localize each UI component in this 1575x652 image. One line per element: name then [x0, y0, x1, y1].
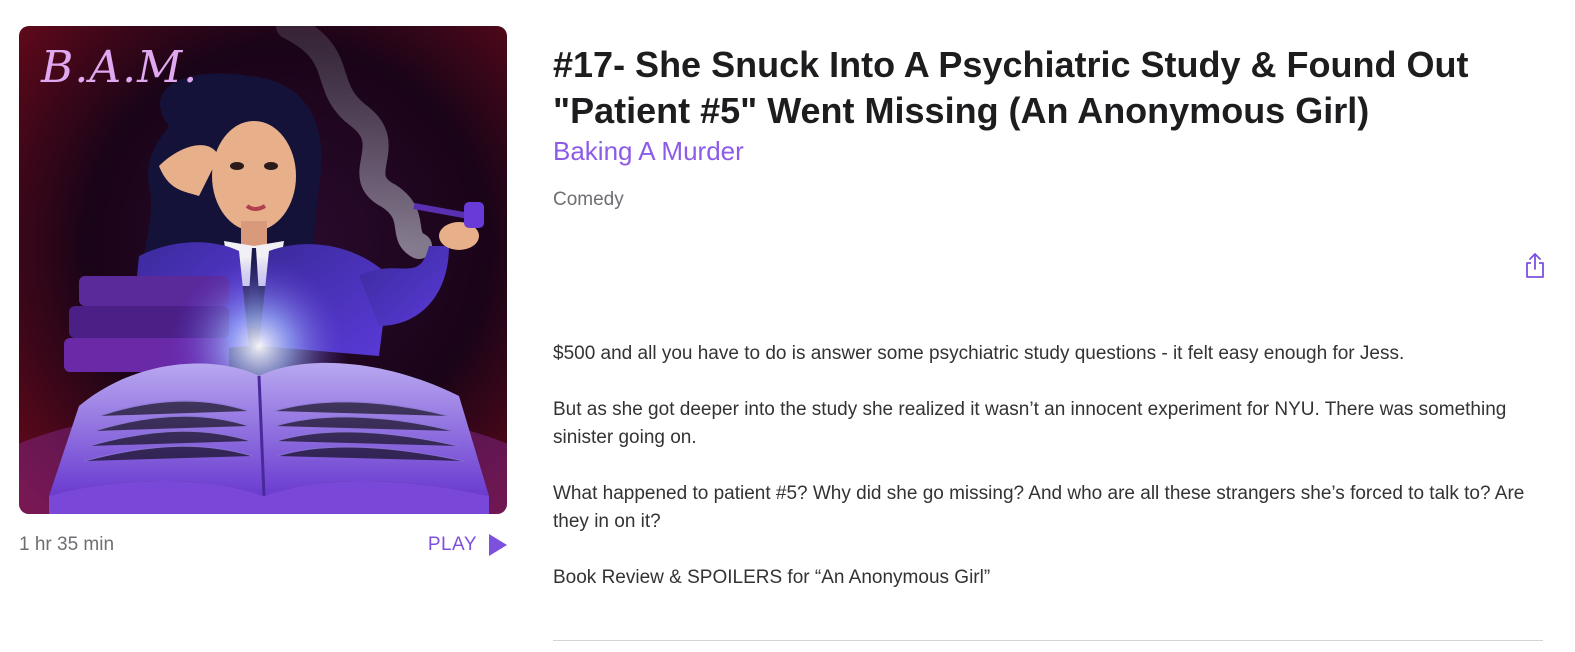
artwork-logo: B.A.M. [41, 42, 199, 93]
section-divider [553, 640, 1543, 641]
description-paragraph: $500 and all you have to do is answer so… [553, 343, 1405, 364]
episode-duration: 1 hr 35 min [19, 534, 115, 555]
play-label: PLAY [427, 534, 477, 555]
episode-genre: Comedy [553, 189, 624, 210]
artwork-meta-row: 1 hr 35 min PLAY [19, 530, 507, 560]
share-button[interactable] [1523, 252, 1547, 280]
share-icon [1526, 253, 1544, 278]
description-paragraph: What happened to patient #5? Why did she… [553, 483, 1525, 532]
episode-title: #17- She Snuck Into A Psychiatric Study … [553, 44, 1469, 131]
artwork-illustration [19, 26, 507, 514]
episode-artwork: B.A.M. [19, 26, 507, 514]
description-paragraph: Book Review & SPOILERS for “An Anonymous… [553, 567, 991, 588]
episode-page: B.A.M. 1 hr 35 min PLAY #17- She Snuck I… [0, 0, 1575, 652]
description-paragraph: But as she got deeper into the study she… [553, 399, 1507, 448]
play-button[interactable]: PLAY [428, 534, 507, 556]
episode-description: $500 and all you have to do is answer so… [553, 340, 1543, 620]
show-name-link[interactable]: Baking A Murder [553, 136, 744, 167]
play-triangle-icon [489, 534, 507, 556]
